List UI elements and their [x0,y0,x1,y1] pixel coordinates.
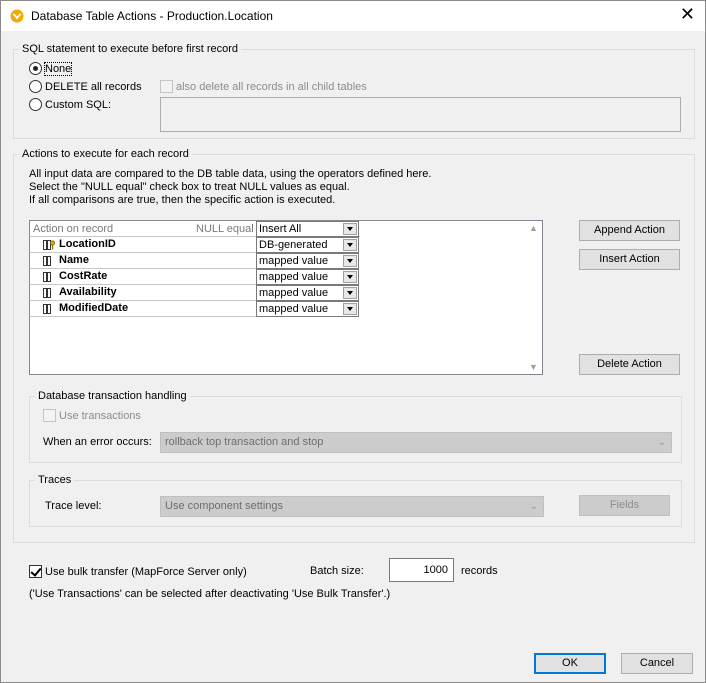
key-field-icon [43,240,55,250]
radio-none-label[interactable]: None [43,62,73,76]
transaction-legend: Database transaction handling [38,390,187,402]
chevron-down-icon: ⌄ [657,437,666,448]
row-value: mapped value [259,287,329,299]
field-name: LocationID [59,238,116,250]
grid-header: Action on record NULL equal Insert All [30,221,360,237]
table-row: CostRate [30,269,256,285]
use-transactions-checkbox[interactable] [43,409,56,422]
table-row: ModifiedDate [30,301,256,317]
use-transactions-label: Use transactions [59,410,141,422]
chevron-down-icon[interactable] [343,303,357,315]
col-action-on-record: Action on record [33,223,114,235]
radio-custom-sql[interactable] [29,98,42,111]
chevron-down-icon[interactable] [343,287,357,299]
radio-delete-all[interactable] [29,80,42,93]
row-value-combo[interactable]: mapped value [256,285,359,301]
grid-vertical-scrollbar[interactable]: ▲ ▼ [526,221,542,374]
radio-delete-all-label[interactable]: DELETE all records [45,81,142,93]
scroll-down-icon[interactable]: ▼ [529,362,538,372]
row-value: mapped value [259,271,329,283]
col-null-equal: NULL equal [196,223,254,235]
trace-level-select[interactable]: Use component settings ⌄ [160,496,544,517]
delete-action-button[interactable]: Delete Action [579,354,680,375]
table-row: Name [30,253,256,269]
bulk-transfer-label[interactable]: Use bulk transfer (MapForce Server only) [45,566,247,578]
chevron-down-icon[interactable] [343,223,357,235]
action-type-value: Insert All [259,223,302,235]
radio-none[interactable] [29,62,42,75]
traces-legend: Traces [38,474,72,486]
row-value-combo[interactable]: mapped value [256,269,359,285]
error-label: When an error occurs: [43,436,152,448]
append-action-button[interactable]: Append Action [579,220,680,241]
close-icon[interactable]: ✕ [680,4,695,25]
error-action-value: rollback top transaction and stop [165,436,324,448]
actions-legend: Actions to execute for each record [22,148,189,160]
child-tables-checkbox[interactable] [160,80,173,93]
actions-description-line-2: Select the "NULL equal" check box to tre… [29,181,350,193]
error-action-select[interactable]: rollback top transaction and stop ⌄ [160,432,672,453]
field-icon [43,288,51,298]
field-name: Name [59,254,89,266]
window-title: Database Table Actions - Production.Loca… [31,9,273,23]
field-icon [43,272,51,282]
records-label: records [461,565,498,577]
field-name: Availability [59,286,117,298]
child-tables-label: also delete all records in all child tab… [176,81,367,93]
field-name: CostRate [59,270,108,282]
row-value: DB-generated [259,239,328,251]
table-row: LocationID [30,237,256,253]
chevron-down-icon[interactable] [343,239,357,251]
ok-button[interactable]: OK [534,653,606,674]
table-row: Availability [30,285,256,301]
chevron-down-icon: ⌄ [529,501,538,512]
mapforce-app-icon [10,9,24,23]
fields-button[interactable]: Fields [579,495,670,516]
batch-size-input[interactable]: 1000 [389,558,454,582]
scroll-up-icon[interactable]: ▲ [529,223,538,233]
chevron-down-icon[interactable] [343,255,357,267]
row-value-combo[interactable]: mapped value [256,253,359,269]
cancel-button[interactable]: Cancel [621,653,693,674]
row-value: mapped value [259,255,329,267]
field-name: ModifiedDate [59,302,129,314]
field-icon [43,256,51,266]
chevron-down-icon[interactable] [343,271,357,283]
batch-size-label: Batch size: [310,565,364,577]
row-value-combo[interactable]: DB-generated [256,237,359,253]
trace-level-label: Trace level: [45,500,102,512]
title-bar: Database Table Actions - Production.Loca… [1,1,705,31]
action-type-combo[interactable]: Insert All [256,221,359,237]
trace-level-value: Use component settings [165,500,284,512]
radio-custom-sql-label[interactable]: Custom SQL: [45,99,111,111]
field-icon [43,304,51,314]
actions-description-line-1: All input data are compared to the DB ta… [29,168,432,180]
row-value: mapped value [259,303,329,315]
bulk-transfer-checkbox[interactable] [29,565,42,578]
sql-before-legend: SQL statement to execute before first re… [22,43,239,55]
insert-action-button[interactable]: Insert Action [579,249,680,270]
dialog-window: Database Table Actions - Production.Loca… [0,0,706,683]
actions-grid[interactable]: Action on record NULL equal Insert All L… [29,220,543,375]
row-value-combo[interactable]: mapped value [256,301,359,317]
custom-sql-textarea[interactable] [160,97,681,132]
bulk-transfer-note: ('Use Transactions' can be selected afte… [29,588,391,600]
actions-description-line-3: If all comparisons are true, then the sp… [29,194,336,206]
